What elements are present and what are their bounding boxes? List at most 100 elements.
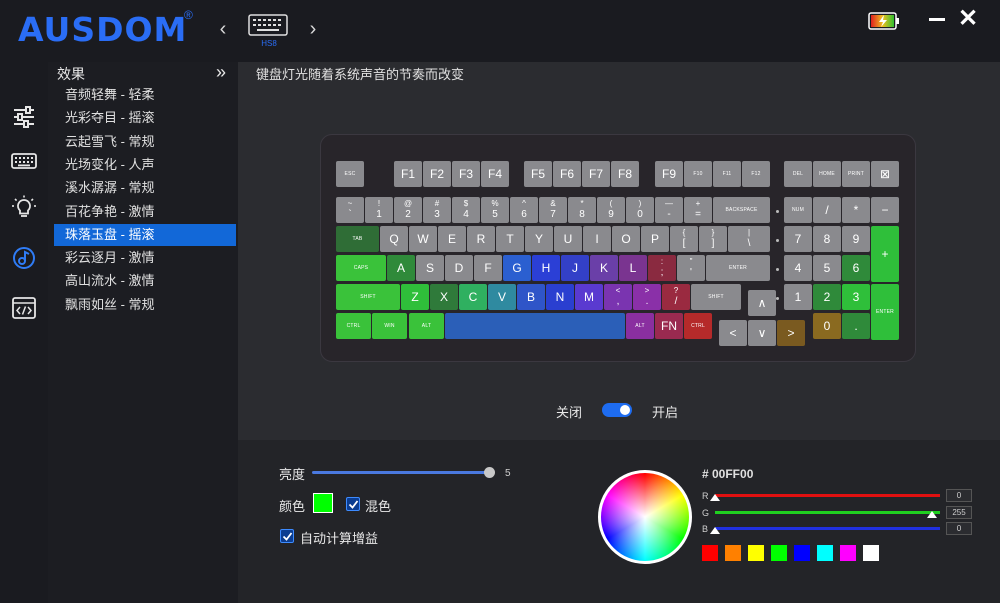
keyboard-key[interactable]: >. [633,284,661,310]
keyboard-key[interactable]: CAPS [336,255,386,281]
keyboard-key[interactable]: 3 [842,284,870,310]
keyboard-key[interactable]: H [532,255,560,281]
keyboard-key[interactable]: M [575,284,603,310]
keyboard-key[interactable]: ! 1 [365,197,393,223]
keyboard-key[interactable]: 0 [813,313,841,339]
keyboard-key[interactable]: ~ ` [336,197,364,223]
keyboard-key[interactable]: 8 [813,226,841,252]
effect-item[interactable]: 高山流水 - 激情 [54,270,236,292]
keyboard-key[interactable]: $4 [452,197,480,223]
collapse-panel-icon[interactable]: » [216,62,226,83]
keyboard-key[interactable]: J [561,255,589,281]
next-device-button[interactable]: › [304,18,322,40]
keyboard-key[interactable]: WIN [372,313,407,339]
keyboard-key[interactable]: SHIFT [691,284,741,310]
keyboard-key[interactable]: — - [655,197,683,223]
keyboard-key[interactable]: {[ [670,226,698,252]
effect-item[interactable]: 溪水潺潺 - 常规 [54,177,236,199]
keyboard-key[interactable]: ENTER [871,284,899,340]
keyboard-key[interactable]: . [842,313,870,339]
keyboard-key[interactable]: Y [525,226,553,252]
music-note-icon[interactable] [11,245,37,271]
effect-item[interactable]: 云起雪飞 - 常规 [54,131,236,153]
keyboard-key[interactable]: F4 [481,161,509,187]
minimize-icon[interactable] [928,10,946,28]
preset-color-swatch[interactable] [748,545,764,561]
keyboard-key[interactable]: Q [380,226,408,252]
keyboard-key[interactable]: D [445,255,473,281]
keyboard-key[interactable]: P [641,226,669,252]
sliders-icon[interactable] [11,104,37,130]
keyboard-key[interactable]: F1 [394,161,422,187]
green-slider[interactable] [715,511,940,514]
keyboard-key[interactable]: F12 [742,161,770,187]
keyboard-key[interactable]: E [438,226,466,252]
effect-item[interactable]: 音频轻舞 - 轻柔 [54,84,236,106]
keyboard-key[interactable]: L [619,255,647,281]
keyboard-key[interactable]: % 5 [481,197,509,223]
keyboard-key[interactable]: FN [655,313,683,339]
keyboard-key[interactable]: PRINT [842,161,870,187]
keyboard-key[interactable]: ENTER [706,255,770,281]
keyboard-key[interactable]: ∨ [748,320,776,346]
keyboard-key[interactable]: B [517,284,545,310]
keyboard-key[interactable]: * 8 [568,197,596,223]
keyboard-key[interactable]: F2 [423,161,451,187]
keyboard-key[interactable]: F8 [611,161,639,187]
keyboard-key[interactable]: − [871,197,899,223]
keyboard-key[interactable]: G [503,255,531,281]
keyboard-key[interactable]: N [546,284,574,310]
keyboard-key[interactable]: F3 [452,161,480,187]
keyboard-key[interactable]: F11 [713,161,741,187]
keyboard-key[interactable]: ESC [336,161,364,187]
close-icon[interactable]: ✕ [958,7,978,31]
keyboard-key[interactable]: TAB [336,226,379,252]
keyboard-key[interactable]: HOME [813,161,841,187]
keyboard-icon[interactable] [11,148,37,174]
keyboard-key[interactable]: | \ [728,226,770,252]
keyboard-key[interactable]: <, [604,284,632,310]
keyboard-key[interactable]: (9 [597,197,625,223]
keyboard-key[interactable]: NUM [784,197,812,223]
keyboard-key[interactable]: T [496,226,524,252]
auto-gain-checkbox[interactable] [280,529,294,543]
keyboard-key[interactable]: F [474,255,502,281]
keyboard-key[interactable]: ALT [626,313,654,339]
keyboard-key[interactable]: A [387,255,415,281]
keyboard-key[interactable]: }] [699,226,727,252]
keyboard-key[interactable]: ∧ [748,290,776,316]
preset-color-swatch[interactable] [794,545,810,561]
keyboard-device-icon[interactable] [248,14,288,36]
effect-item[interactable]: 百花争艳 - 激情 [54,201,236,223]
red-slider[interactable] [715,494,940,497]
keyboard-key[interactable]: F9 [655,161,683,187]
keyboard-key[interactable]: :; [648,255,676,281]
blue-slider[interactable] [715,527,940,530]
keyboard-key[interactable]: " ' [677,255,705,281]
preset-color-swatch[interactable] [771,545,787,561]
red-slider-thumb[interactable] [710,494,720,501]
keyboard-key[interactable]: R [467,226,495,252]
keyboard-key[interactable]: U [554,226,582,252]
keyboard-key[interactable]: < [719,320,747,346]
keyboard-key[interactable]: ⊠ [871,161,899,187]
code-window-icon[interactable] [11,295,37,321]
green-slider-thumb[interactable] [927,511,937,518]
preset-color-swatch[interactable] [725,545,741,561]
brightness-slider-thumb[interactable] [484,467,495,478]
keyboard-key[interactable]: Z [401,284,429,310]
keyboard-key[interactable]: 5 [813,255,841,281]
keyboard-key[interactable]: 1 [784,284,812,310]
blue-value[interactable]: 0 [946,522,972,535]
color-wheel[interactable] [598,470,692,564]
keyboard-key[interactable]: + = [684,197,712,223]
keyboard-key[interactable]: V [488,284,516,310]
keyboard-key[interactable]: 2 [813,284,841,310]
keyboard-key[interactable]: K [590,255,618,281]
keyboard-key[interactable]: F5 [524,161,552,187]
keyboard-key[interactable] [445,313,625,339]
prev-device-button[interactable]: ‹ [214,18,232,40]
keyboard-key[interactable]: ? / [662,284,690,310]
keyboard-key[interactable]: @2 [394,197,422,223]
keyboard-key[interactable]: O [612,226,640,252]
